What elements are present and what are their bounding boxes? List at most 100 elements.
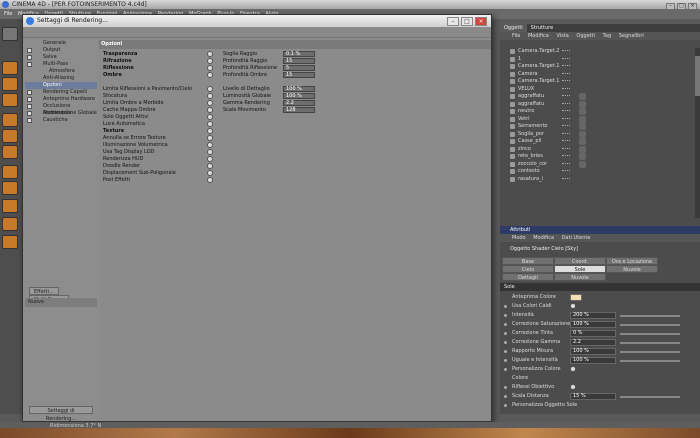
profondita-ombre-field[interactable]: 15 — [283, 72, 315, 78]
material-tag-icon[interactable] — [579, 145, 586, 153]
lock-axis-icon[interactable] — [2, 217, 18, 231]
sculpt-icon[interactable] — [2, 235, 18, 249]
list-item[interactable]: zinco — [500, 145, 700, 154]
dialog-close-button[interactable]: × — [475, 17, 487, 26]
option-checkbox[interactable] — [207, 114, 213, 120]
list-item[interactable]: Vetri — [500, 115, 700, 124]
visibility-dots[interactable] — [562, 147, 570, 151]
visibility-dots[interactable] — [562, 177, 570, 181]
option-checkbox[interactable] — [207, 149, 213, 155]
attributes-menu-modo[interactable]: Modo — [512, 235, 526, 241]
option-checkbox[interactable] — [207, 121, 213, 127]
visibility-dots[interactable] — [562, 87, 570, 91]
nav-item-multipass[interactable]: Multi-Pass — [25, 61, 97, 68]
objects-menu-vista[interactable]: Vista — [556, 33, 568, 39]
tab-cielo[interactable]: Cielo — [502, 265, 554, 273]
material-tag-icon[interactable] — [579, 100, 586, 108]
material-tag-icon[interactable] — [579, 108, 586, 115]
nav-item-rendering-capelli[interactable]: Rendering Capelli — [25, 89, 97, 96]
soglia-raggio-field[interactable]: 0.1 % — [283, 51, 315, 57]
material-tag-icon[interactable] — [579, 93, 586, 100]
nav-item-caustiche[interactable]: Caustiche — [25, 117, 97, 124]
nav-item-opzioni[interactable]: Opzioni — [25, 82, 97, 89]
rapporto-misura-field[interactable]: 100 % — [570, 348, 616, 355]
list-item[interactable]: Soglia_por — [500, 130, 700, 139]
nav-item-illuminazione[interactable]: Illuminazione Globale — [25, 110, 97, 117]
option-checkbox[interactable] — [207, 128, 213, 134]
nav-item-atmosfera[interactable]: Atmosfera — [25, 68, 97, 75]
intensita-field[interactable]: 200 % — [570, 312, 616, 319]
nav-item-generale[interactable]: Generale — [25, 40, 97, 47]
attr-checkbox[interactable] — [570, 366, 576, 372]
undo-icon[interactable] — [2, 27, 18, 41]
material-tag-icon[interactable] — [579, 130, 586, 138]
nav-checkbox[interactable] — [27, 55, 32, 60]
nav-item-output[interactable]: Output — [25, 47, 97, 54]
scrollbar-thumb[interactable] — [695, 56, 700, 96]
nav-checkbox[interactable] — [27, 62, 32, 67]
visibility-dots[interactable] — [562, 50, 570, 53]
option-checkbox[interactable] — [207, 93, 213, 99]
list-item[interactable]: Camera — [500, 71, 700, 79]
edges-tool-icon[interactable] — [2, 129, 18, 143]
snap-icon[interactable] — [2, 181, 18, 195]
attributes-menu-dati-utente[interactable]: Dati Utente — [562, 235, 591, 241]
tab-coord[interactable]: Coord. — [554, 257, 606, 265]
gamma-field[interactable]: 2.2 — [570, 339, 616, 346]
nav-item-antialiasing[interactable]: Anti-Aliasing — [25, 75, 97, 82]
texture-tool-icon[interactable] — [2, 93, 18, 107]
material-tag-icon[interactable] — [579, 138, 586, 145]
nav-checkbox[interactable] — [27, 104, 32, 109]
tab-oggetti[interactable]: Oggetti — [500, 24, 527, 32]
objects-menu-oggetti[interactable]: Oggetti — [576, 33, 595, 39]
list-item[interactable]: aggraffatu — [500, 93, 700, 101]
tab-strutture[interactable]: Strutture — [527, 24, 557, 32]
option-checkbox[interactable] — [207, 142, 213, 148]
option-checkbox[interactable] — [207, 135, 213, 141]
list-item[interactable]: rasatura_i — [500, 176, 700, 184]
objects-menu-tag[interactable]: Tag — [603, 33, 611, 39]
dialog-maximize-button[interactable]: □ — [461, 17, 473, 26]
visibility-dots[interactable] — [562, 110, 570, 113]
option-checkbox[interactable] — [207, 65, 213, 71]
tab-nuvole-volumetriche[interactable]: Nuvole Volumetriche — [554, 273, 606, 289]
tab-nuvole[interactable]: Nuvole — [606, 265, 658, 273]
option-checkbox[interactable] — [207, 86, 213, 92]
list-item[interactable]: rete_bries — [500, 153, 700, 161]
checker-icon[interactable] — [2, 199, 18, 213]
dialog-minimize-button[interactable]: – — [447, 17, 459, 26]
gamma-slider[interactable] — [620, 342, 680, 344]
list-item[interactable]: Camera.Target.1 — [500, 63, 700, 71]
visibility-dots[interactable] — [562, 65, 570, 68]
visibility-dots[interactable] — [562, 170, 570, 173]
list-item[interactable]: neutro — [500, 108, 700, 116]
visibility-dots[interactable] — [562, 80, 570, 83]
objects-scrollbar[interactable] — [695, 48, 700, 218]
gamma-rendering-field[interactable]: 2.2 — [283, 100, 315, 106]
visibility-dots[interactable] — [562, 125, 570, 128]
objects-menu-file[interactable]: File — [512, 33, 520, 39]
intensita-slider[interactable] — [620, 315, 680, 317]
render-setting-item[interactable]: Nuovo — [25, 298, 97, 307]
tinta-slider[interactable] — [620, 333, 680, 335]
tab-sole[interactable]: Sole — [554, 265, 606, 273]
tab-dettagli[interactable]: Dettagli — [502, 273, 554, 281]
nav-checkbox[interactable] — [27, 118, 32, 123]
option-checkbox[interactable] — [207, 58, 213, 64]
luminosita-globale-field[interactable]: 100 % — [283, 93, 315, 99]
uguale-intensita-field[interactable]: 100 % — [570, 357, 616, 364]
nav-checkbox[interactable] — [27, 97, 32, 102]
nav-item-occlusione[interactable]: Occlusione Ambientale — [25, 103, 97, 116]
objects-menu-modifica[interactable]: Modifica — [528, 33, 549, 39]
option-checkbox[interactable] — [207, 107, 213, 113]
list-item[interactable]: Casse_pil — [500, 138, 700, 146]
objects-menu-segnalibri[interactable]: Segnalibri — [619, 33, 644, 39]
livello-dettaglio-field[interactable]: 100 % — [283, 86, 315, 92]
nav-item-salva[interactable]: Salva — [25, 54, 97, 61]
scala-distanza-field[interactable]: 15 % — [570, 393, 616, 400]
profondita-raggio-field[interactable]: 15 — [283, 58, 315, 64]
visibility-dots[interactable] — [562, 140, 570, 143]
tab-ora-locazione[interactable]: Ora e Locazione — [606, 257, 658, 265]
visibility-dots[interactable] — [562, 162, 570, 166]
scala-distanza-slider[interactable] — [620, 396, 680, 398]
